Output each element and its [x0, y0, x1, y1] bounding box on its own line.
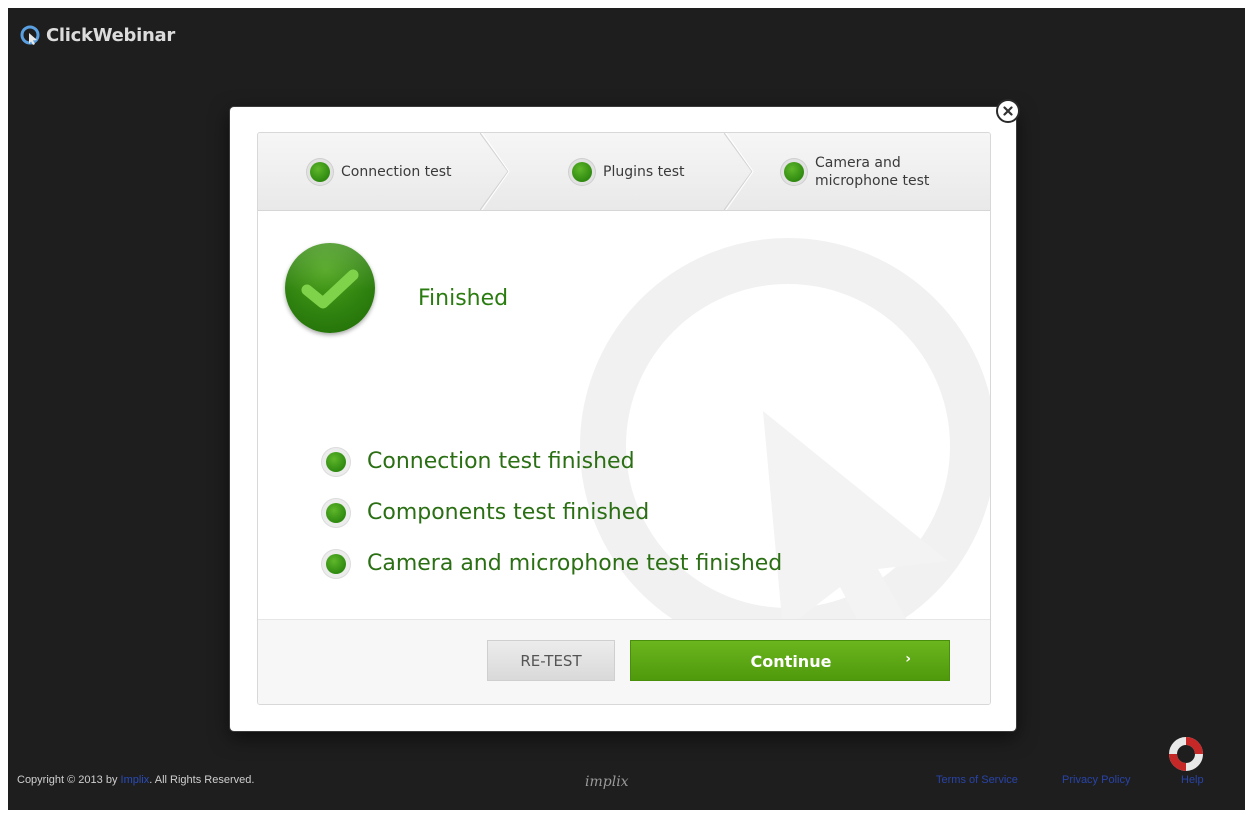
checkmark-icon	[301, 269, 359, 309]
continue-label: Continue	[750, 652, 832, 671]
result-label: Connection test finished	[367, 449, 635, 474]
privacy-policy-link[interactable]: Privacy Policy	[1062, 774, 1130, 786]
continue-button[interactable]: Continue ›	[630, 640, 950, 681]
result-label: Camera and microphone test finished	[367, 551, 783, 576]
status-title: Finished	[418, 286, 509, 311]
result-item: Connection test finished	[326, 436, 782, 487]
step-plugins-test: Plugins test	[572, 133, 684, 210]
copyright-suffix: . All Rights Reserved.	[149, 774, 255, 786]
chevron-right-icon: ›	[905, 651, 911, 667]
close-button[interactable]	[996, 99, 1020, 123]
system-test-dialog: Connection test Plugins test Camera and …	[230, 107, 1016, 731]
step-camera-microphone-test: Camera and microphone test	[784, 133, 965, 210]
step-label: Connection test	[341, 163, 452, 180]
company-link[interactable]: Implix	[121, 774, 150, 786]
step-label: Plugins test	[603, 163, 685, 180]
result-label: Components test finished	[367, 500, 650, 525]
implix-logo[interactable]: implix	[585, 774, 629, 790]
retest-button[interactable]: RE-TEST	[487, 640, 615, 681]
step-complete-indicator	[784, 161, 804, 182]
results-list: Connection test finished Components test…	[326, 436, 782, 589]
result-success-indicator	[326, 502, 346, 523]
test-results-area: Finished Connection test finished Compon…	[258, 211, 990, 619]
step-indicator: Connection test Plugins test Camera and …	[258, 133, 990, 211]
copyright-text: Copyright © 2013 by Implix. All Rights R…	[17, 774, 254, 786]
step-separator	[480, 133, 510, 210]
help-lifebuoy-icon[interactable]	[1169, 737, 1203, 771]
step-connection-test: Connection test	[310, 133, 452, 210]
help-link[interactable]: Help	[1181, 774, 1204, 786]
result-item: Camera and microphone test finished	[326, 538, 782, 589]
result-item: Components test finished	[326, 487, 782, 538]
result-success-indicator	[326, 451, 346, 472]
test-panel: Connection test Plugins test Camera and …	[257, 132, 991, 705]
logo-icon	[20, 25, 40, 45]
step-label: Camera and microphone test	[815, 154, 930, 189]
terms-of-service-link[interactable]: Terms of Service	[936, 774, 1018, 786]
step-complete-indicator	[310, 161, 330, 182]
step-separator	[724, 133, 754, 210]
copyright-prefix: Copyright © 2013 by	[17, 774, 118, 786]
app-title: ClickWebinar	[46, 24, 175, 46]
close-icon	[1003, 106, 1013, 116]
step-complete-indicator	[572, 161, 592, 182]
dialog-footer: RE-TEST Continue ›	[258, 619, 990, 704]
app-logo[interactable]: ClickWebinar	[20, 22, 175, 48]
result-success-indicator	[326, 553, 346, 574]
finished-status-icon	[285, 243, 375, 333]
